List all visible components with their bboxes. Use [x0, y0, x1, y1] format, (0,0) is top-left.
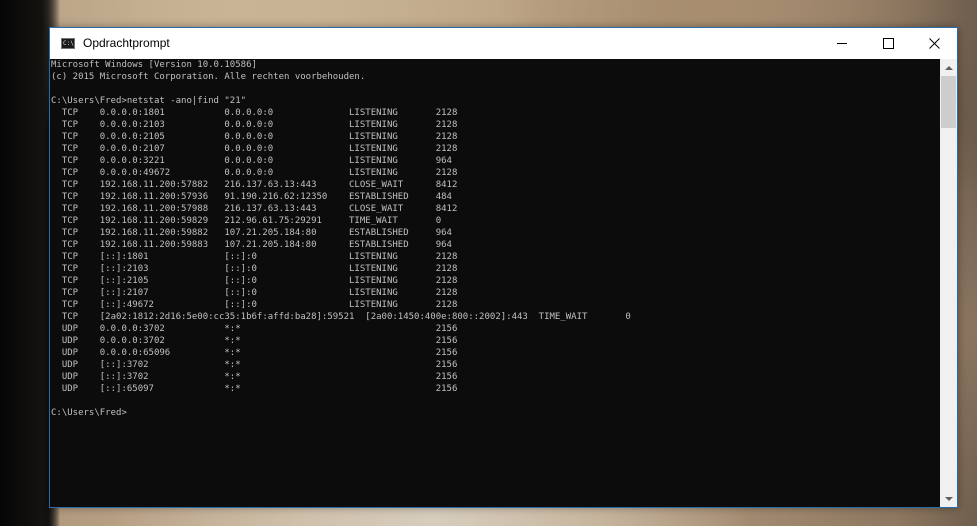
console-output-area[interactable]: Microsoft Windows [Version 10.0.10586] (c…: [50, 59, 940, 507]
console-line: TCP 0.0.0.0:2103 0.0.0.0:0 LISTENING 212…: [51, 120, 458, 130]
window-title: Opdrachtprompt: [83, 36, 170, 50]
console-line: UDP [::]:3702 *:* 2156: [51, 372, 458, 382]
console-line: TCP [2a02:1812:2d16:5e00:cc35:1b6f:affd:…: [51, 312, 631, 322]
console-text: Microsoft Windows [Version 10.0.10586] (c…: [50, 59, 631, 419]
scroll-down-arrow-icon: [944, 496, 953, 501]
command-prompt-window[interactable]: C:\ Opdrachtprompt Microsoft Windows [Ve…: [49, 27, 958, 508]
console-line: TCP 192.168.11.200:57936 91.190.216.62:1…: [51, 192, 452, 202]
console-line: TCP [::]:1801 [::]:0 LISTENING 2128: [51, 252, 458, 262]
console-line: UDP [::]:3702 *:* 2156: [51, 360, 458, 370]
console-line: C:\Users\Fred>netstat -ano|find "21": [51, 96, 247, 106]
close-button[interactable]: [911, 28, 957, 59]
console-line: TCP 0.0.0.0:2107 0.0.0.0:0 LISTENING 212…: [51, 144, 458, 154]
console-line: TCP [::]:2107 [::]:0 LISTENING 2128: [51, 288, 458, 298]
console-line: TCP 192.168.11.200:59882 107.21.205.184:…: [51, 228, 452, 238]
console-line: Microsoft Windows [Version 10.0.10586]: [51, 60, 257, 70]
console-line: UDP 0.0.0.0:3702 *:* 2156: [51, 324, 458, 334]
scroll-up-button[interactable]: [940, 59, 957, 76]
console-line: TCP 192.168.11.200:59883 107.21.205.184:…: [51, 240, 452, 250]
console-line: UDP [::]:65097 *:* 2156: [51, 384, 458, 394]
console-line: UDP 0.0.0.0:3702 *:* 2156: [51, 336, 458, 346]
console-line: TCP 192.168.11.200:57988 216.137.63.13:4…: [51, 204, 458, 214]
console-line: TCP [::]:49672 [::]:0 LISTENING 2128: [51, 300, 458, 310]
console-line: TCP 0.0.0.0:49672 0.0.0.0:0 LISTENING 21…: [51, 168, 458, 178]
console-line: TCP 0.0.0.0:2105 0.0.0.0:0 LISTENING 212…: [51, 132, 458, 142]
console-line: TCP [::]:2105 [::]:0 LISTENING 2128: [51, 276, 458, 286]
scroll-down-button[interactable]: [940, 490, 957, 507]
console-line: TCP 0.0.0.0:3221 0.0.0.0:0 LISTENING 964: [51, 156, 452, 166]
minimize-button[interactable]: [819, 28, 865, 59]
command-prompt-icon[interactable]: C:\: [61, 38, 75, 49]
vertical-scrollbar[interactable]: [940, 59, 957, 507]
console-line: UDP 0.0.0.0:65096 *:* 2156: [51, 348, 458, 358]
console-line: TCP 0.0.0.0:1801 0.0.0.0:0 LISTENING 212…: [51, 108, 458, 118]
scroll-up-arrow-icon: [944, 65, 953, 70]
console-line: (c) 2015 Microsoft Corporation. Alle rec…: [51, 72, 366, 82]
command-prompt-icon-label: C:\: [63, 40, 74, 47]
maximize-icon: [882, 38, 894, 49]
maximize-button[interactable]: [865, 28, 911, 59]
close-icon: [928, 38, 940, 49]
console-line: TCP 192.168.11.200:57882 216.137.63.13:4…: [51, 180, 458, 190]
minimize-icon: [837, 43, 847, 44]
title-bar[interactable]: C:\ Opdrachtprompt: [50, 28, 957, 59]
console-line: TCP [::]:2103 [::]:0 LISTENING 2128: [51, 264, 458, 274]
console-line: TCP 192.168.11.200:59829 212.96.61.75:29…: [51, 216, 442, 226]
scrollbar-thumb[interactable]: [941, 76, 956, 128]
console-line: C:\Users\Fred>: [51, 408, 127, 418]
